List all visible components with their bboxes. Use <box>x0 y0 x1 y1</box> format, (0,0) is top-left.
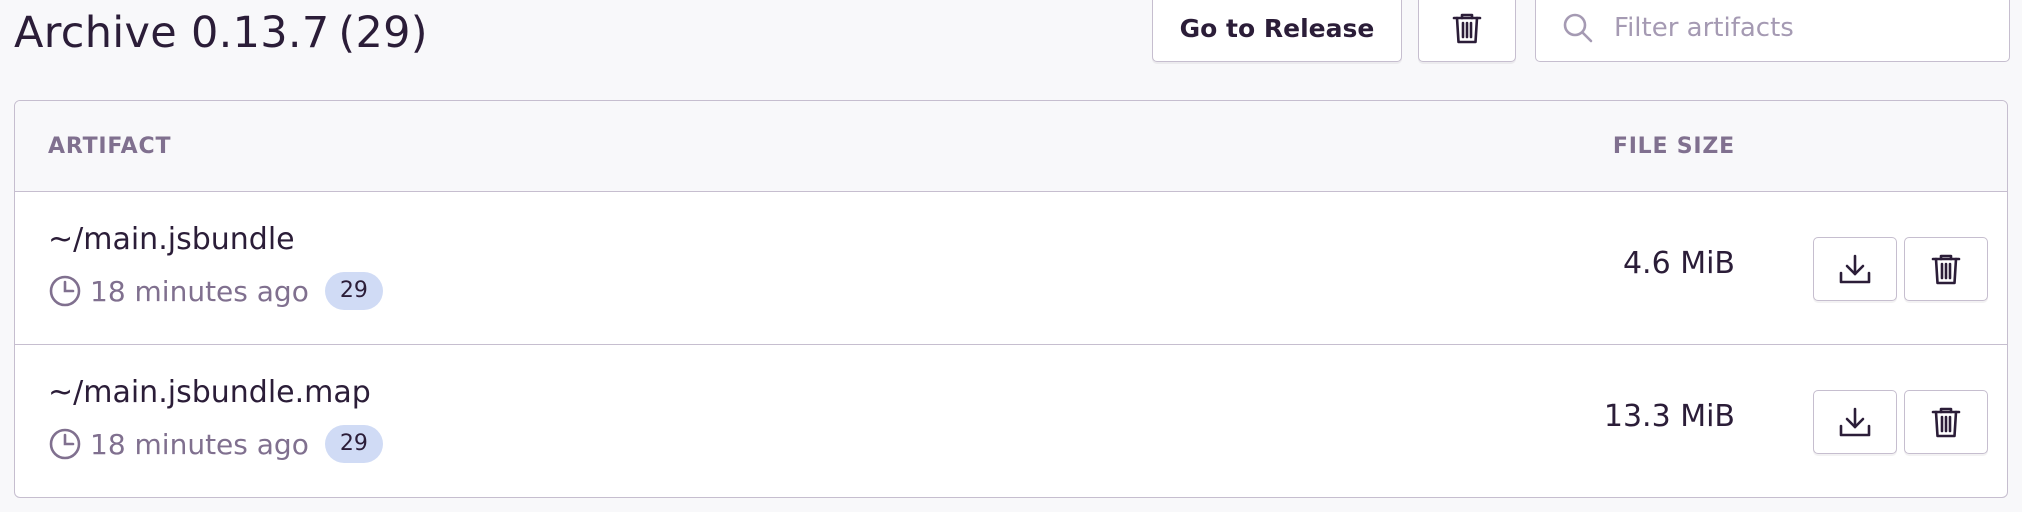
dist-badge: 29 <box>324 272 383 310</box>
download-icon <box>1838 406 1872 438</box>
dist-badge: 29 <box>324 425 383 463</box>
filter-artifacts-search[interactable] <box>1535 0 2010 62</box>
delete-archive-button[interactable] <box>1418 0 1516 62</box>
search-icon <box>1562 12 1594 44</box>
artifact-name: ~/main.jsbundle.map <box>48 375 371 410</box>
table-row: ~/main.jsbundle 18 minutes ago 29 4.6 Mi… <box>15 192 2007 344</box>
download-button[interactable] <box>1813 237 1897 301</box>
trash-icon <box>1931 253 1961 285</box>
artifact-name: ~/main.jsbundle <box>48 222 295 257</box>
clock-icon <box>48 274 82 308</box>
artifact-meta: 18 minutes ago 29 <box>48 272 383 310</box>
table-row: ~/main.jsbundle.map 18 minutes ago 29 13… <box>15 344 2007 496</box>
trash-icon <box>1452 12 1482 44</box>
artifact-time: 18 minutes ago <box>90 274 309 308</box>
artifact-meta: 18 minutes ago 29 <box>48 425 383 463</box>
artifacts-panel: ARTIFACT FILE SIZE ~/main.jsbundle 18 mi… <box>14 100 2008 498</box>
delete-button[interactable] <box>1904 390 1988 454</box>
artifact-file-size: 13.3 MiB <box>1603 399 1735 434</box>
clock-icon <box>48 427 82 461</box>
column-header-artifact: ARTIFACT <box>48 134 172 159</box>
search-input[interactable] <box>1612 12 1976 44</box>
download-button[interactable] <box>1813 390 1897 454</box>
delete-button[interactable] <box>1904 237 1988 301</box>
table-header: ARTIFACT FILE SIZE <box>15 101 2007 192</box>
column-header-file-size: FILE SIZE <box>1612 134 1735 159</box>
page-title: Archive 0.13.7 (29) <box>14 8 428 58</box>
download-icon <box>1838 253 1872 285</box>
trash-icon <box>1931 406 1961 438</box>
artifact-time: 18 minutes ago <box>90 427 309 461</box>
artifact-file-size: 4.6 MiB <box>1622 246 1735 281</box>
go-to-release-button[interactable]: Go to Release <box>1152 0 1402 62</box>
